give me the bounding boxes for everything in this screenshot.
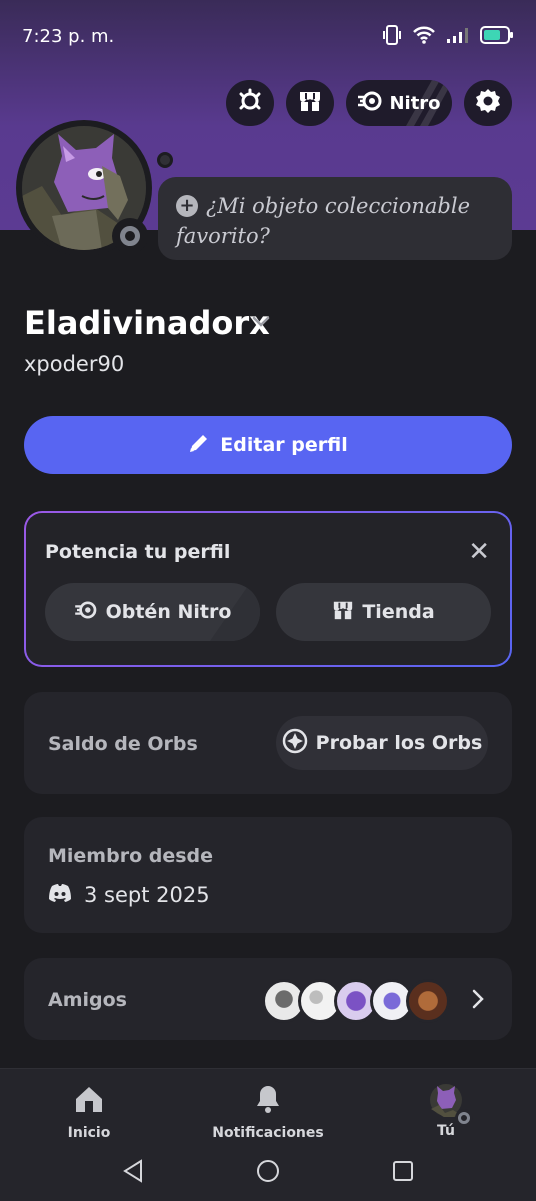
home-circle-icon[interactable] (256, 1159, 280, 1187)
shop-icon (298, 89, 322, 117)
you-avatar-icon (429, 1083, 473, 1127)
status-bar: 7:23 p. m. (0, 0, 536, 75)
member-since-card: Miembro desde 3 sept 2025 (24, 817, 512, 933)
chevron-down-icon[interactable] (252, 313, 270, 332)
display-name: Eladivinadorx (24, 304, 270, 342)
orbs-label: Saldo de Orbs (48, 733, 198, 755)
friends-label: Amigos (48, 989, 127, 1011)
badges-button[interactable] (226, 80, 274, 126)
back-icon[interactable] (122, 1159, 144, 1187)
username: xpoder90 (24, 352, 125, 376)
get-nitro-button[interactable]: Obtén Nitro (45, 583, 260, 641)
get-nitro-label: Obtén Nitro (105, 601, 232, 623)
chevron-right-icon[interactable] (472, 989, 484, 1013)
shop-button[interactable] (286, 80, 334, 126)
nav-notifications-label: Notificaciones (212, 1125, 324, 1141)
vibrate-icon (382, 24, 402, 50)
battery-icon (480, 26, 514, 48)
bell-icon (252, 1086, 284, 1119)
nitro-label: Nitro (389, 92, 441, 114)
shop-pill-button[interactable]: Tienda (276, 583, 491, 641)
orb-icon (282, 728, 308, 759)
home-icon (73, 1087, 105, 1119)
pencil-icon (188, 432, 210, 459)
edit-profile-button[interactable]: Editar perfil (24, 416, 512, 474)
try-orbs-label: Probar los Orbs (315, 732, 483, 754)
wifi-icon (412, 25, 436, 49)
discord-icon (48, 883, 72, 907)
collectible-bubble[interactable]: + ¿Mi objeto coleccionable favorito? (158, 177, 512, 260)
settings-button[interactable] (464, 80, 512, 126)
orbs-card: Saldo de Orbs Probar los Orbs (24, 692, 512, 794)
status-indicator (112, 218, 148, 254)
edit-profile-label: Editar perfil (220, 434, 348, 456)
system-nav-bar (0, 1151, 536, 1191)
member-since-label: Miembro desde (48, 845, 214, 867)
collectible-placeholder: ¿Mi objeto coleccionable favorito? (176, 194, 470, 248)
member-since-date: 3 sept 2025 (84, 883, 210, 907)
signal-icon (446, 26, 470, 48)
nitro-icon (357, 91, 383, 115)
friends-avatars (262, 979, 450, 1023)
shop-icon (332, 599, 354, 626)
nav-you-label: Tú (437, 1123, 455, 1139)
bottom-nav: Inicio Notificaciones Tú (0, 1068, 536, 1201)
nitro-icon (74, 600, 98, 624)
recents-icon[interactable] (392, 1160, 414, 1186)
bubble-tail (157, 152, 173, 168)
close-icon[interactable]: ✕ (468, 539, 490, 565)
nitro-button[interactable]: Nitro (346, 80, 452, 126)
nav-home-label: Inicio (67, 1125, 111, 1141)
nav-you[interactable]: Tú (376, 1083, 516, 1139)
nav-home[interactable]: Inicio (19, 1083, 159, 1141)
nav-notifications[interactable]: Notificaciones (198, 1083, 338, 1141)
status-time: 7:23 p. m. (22, 26, 115, 47)
try-orbs-button[interactable]: Probar los Orbs (276, 716, 488, 770)
shop-label: Tienda (362, 601, 435, 623)
boost-title: Potencia tu perfil (45, 541, 231, 563)
wreath-icon (237, 88, 263, 118)
gear-icon (475, 88, 501, 118)
plus-icon: + (176, 195, 198, 217)
friends-card[interactable]: Amigos (24, 958, 512, 1040)
friend-avatar (406, 979, 450, 1023)
boost-profile-card: Potencia tu perfil ✕ Obtén Nitro Tienda (24, 511, 512, 667)
